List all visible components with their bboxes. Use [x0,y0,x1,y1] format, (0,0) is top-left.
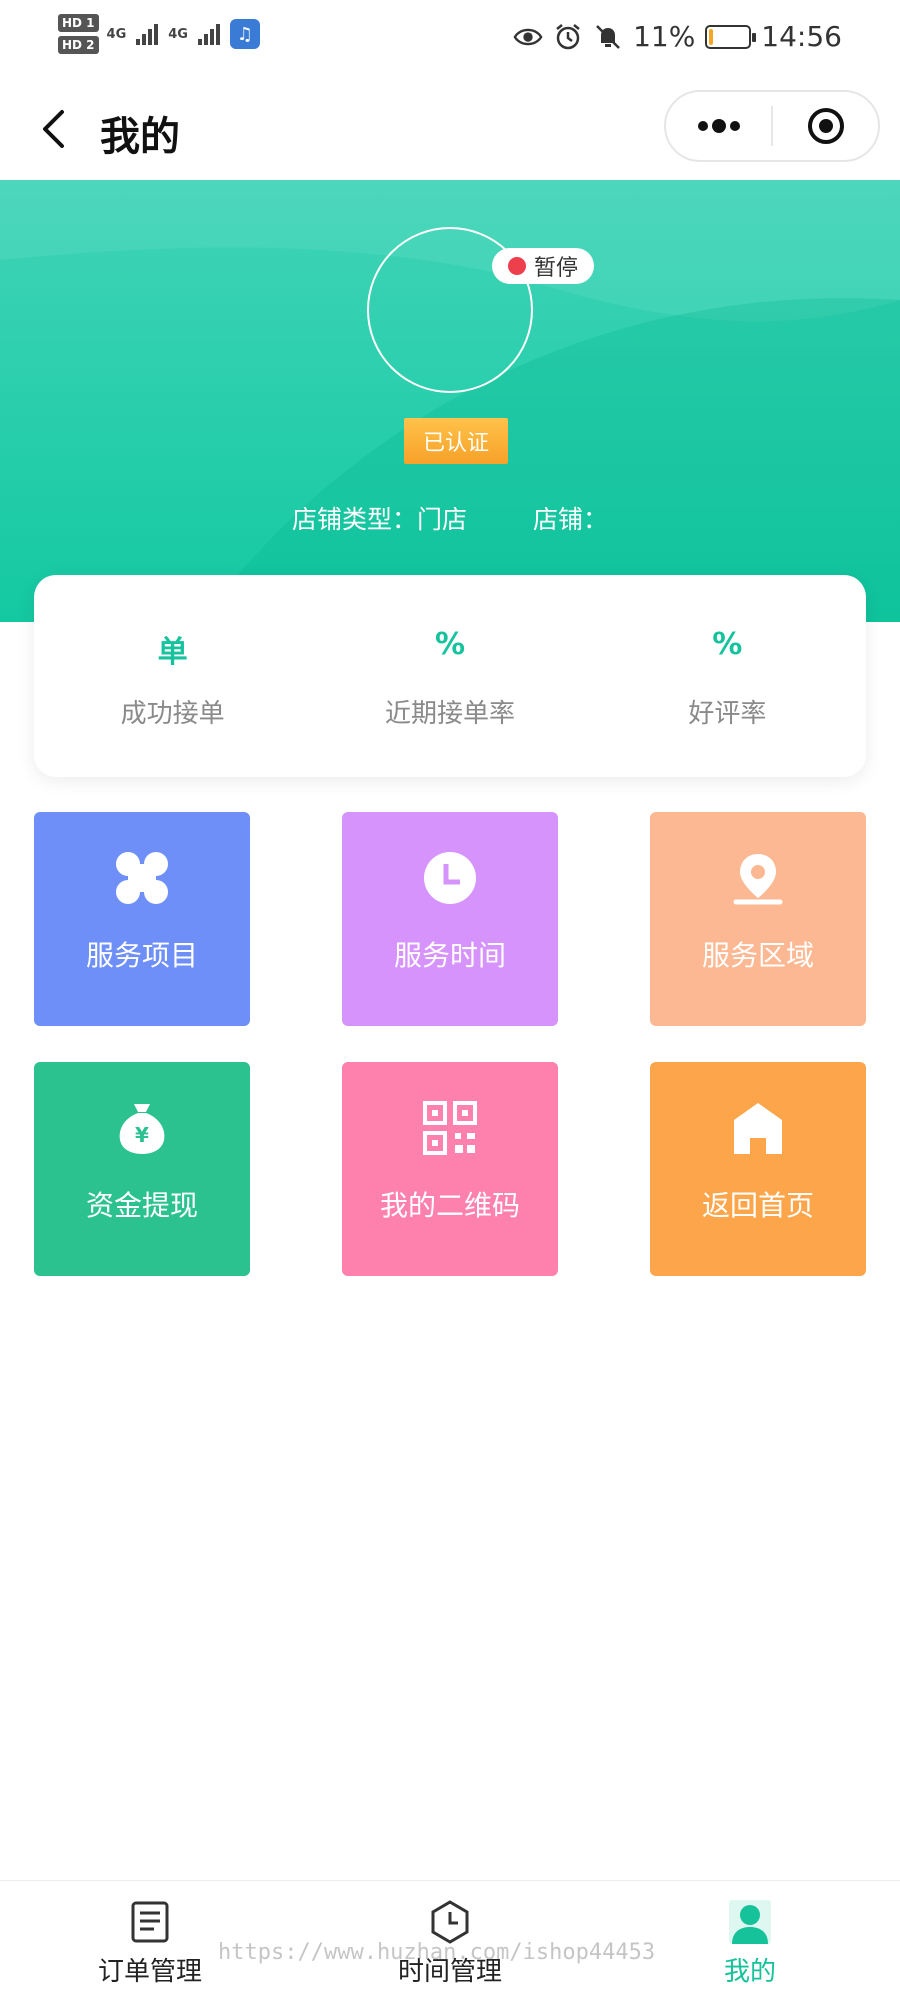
tile-service-time[interactable]: 服务时间 [342,812,558,1026]
shop-type: 店铺类型：门店 [291,505,467,534]
shop-info: 店铺类型：门店 店铺： [0,500,900,536]
tile-service-area[interactable]: 服务区域 [650,812,866,1026]
qr-code-icon [420,1098,480,1158]
more-button[interactable] [666,92,771,160]
stats-card: 单 成功接单 % 近期接单率 % 好评率 [34,575,866,777]
stat-label: 近期接单率 [384,699,515,729]
clock-time: 14:56 [761,20,842,53]
stat-label: 好评率 [688,699,767,729]
stat-value: % [712,627,743,662]
battery-icon [705,24,757,49]
signal-bars-icon [136,24,159,45]
tab-label: 我的 [723,1957,776,1987]
hd2-badge: HD 2 [58,36,99,54]
svg-text:¥: ¥ [135,1123,149,1147]
back-button[interactable] [30,106,76,152]
tile-label: 服务时间 [393,939,506,972]
clock-icon [420,848,480,908]
signal2-label: 4G [168,26,188,42]
bottom-tab-bar: 订单管理 时间管理 我的 [0,1880,900,2000]
status-badge[interactable]: 暂停 [492,248,595,284]
status-bar-right: 11% 14:56 [513,20,842,53]
profile-header: 暂停 已认证 店铺类型：门店 店铺： [0,180,900,622]
clock-shield-icon [427,1899,473,1945]
status-bar-left: HD 1 HD 2 4G 4G ♫ [58,14,260,54]
close-miniprogram-button[interactable] [773,92,878,160]
status-bar: HD 1 HD 2 4G 4G ♫ 11% 14:56 [0,0,900,80]
tile-label: 资金提现 [85,1189,198,1222]
order-list-icon [127,1899,173,1945]
hd-indicators: HD 1 HD 2 [58,14,99,54]
stat-recent-accept-rate: % 近期接单率 [311,575,588,777]
shop-name: 店铺： [533,505,609,534]
page-title: 我的 [100,114,180,160]
tab-label: 时间管理 [397,1957,502,1987]
app-notification-icon: ♫ [229,19,260,49]
tile-label: 服务项目 [85,939,198,972]
stat-value: % [434,627,466,662]
eye-icon [513,22,543,52]
mute-bell-icon [593,22,623,52]
signal-bars-icon [197,24,220,45]
stat-positive-rate: % 好评率 [589,575,866,777]
chevron-left-icon [43,110,64,148]
tile-service-items[interactable]: 服务项目 [34,812,250,1026]
signal1-label: 4G [106,26,127,42]
home-icon [728,1098,788,1158]
tab-time-management[interactable]: 时间管理 [300,1881,600,2000]
status-text: 暂停 [534,256,579,281]
tile-withdraw[interactable]: ¥ 资金提现 [34,1062,250,1276]
tab-order-management[interactable]: 订单管理 [0,1881,300,2000]
more-dots-icon [697,119,740,133]
tile-label: 我的二维码 [379,1189,520,1222]
stat-value: 单 [157,635,188,670]
tile-label: 服务区域 [701,939,814,972]
battery-percent: 11% [633,20,696,53]
tab-label: 订单管理 [97,1957,202,1987]
tile-label: 返回首页 [701,1189,814,1222]
tile-my-qrcode[interactable]: 我的二维码 [342,1062,558,1276]
battery-fill [709,28,714,45]
status-dot [508,257,526,275]
money-bag-icon: ¥ [112,1098,172,1158]
user-icon [727,1899,773,1945]
miniprogram-capsule [664,90,880,162]
clover-icon [112,848,172,908]
location-pin-icon [728,848,788,908]
target-circle-icon [807,108,844,144]
verified-badge: 已认证 [404,418,508,464]
stat-success-orders: 单 成功接单 [34,575,311,777]
alarm-icon [553,22,583,52]
hd1-badge: HD 1 [58,14,99,32]
stat-label: 成功接单 [120,699,225,729]
tab-mine[interactable]: 我的 [600,1881,900,2000]
tile-back-home[interactable]: 返回首页 [650,1062,866,1276]
nav-bar: 我的 [0,80,900,180]
